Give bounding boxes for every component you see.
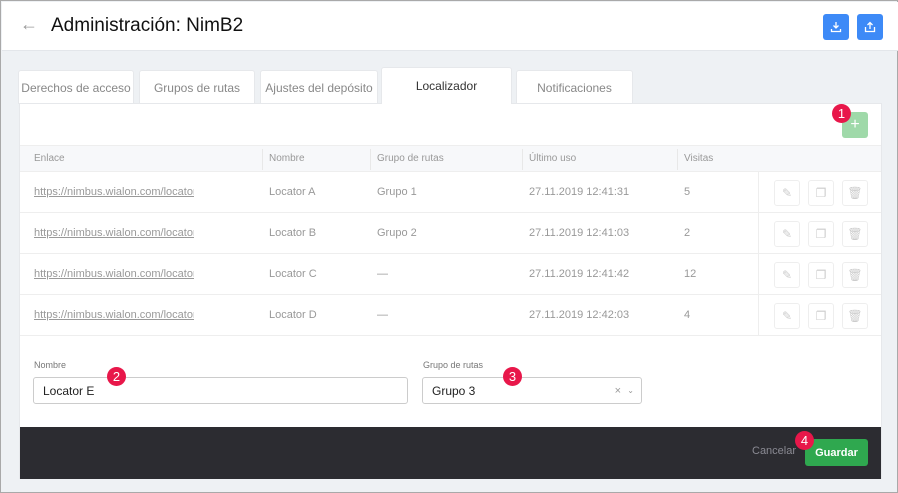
row-visits: 2 (684, 227, 691, 239)
upload-icon (864, 21, 876, 33)
footer-bar: Cancelar Guardar 4 (20, 427, 881, 479)
group-select[interactable]: Grupo 3 × ⌄ (422, 377, 642, 404)
row-name: Locator D (269, 309, 317, 321)
table-header: Enlace Nombre Grupo de rutas Último uso … (20, 145, 881, 172)
step-badge-3: 3 (503, 367, 522, 386)
edit-button[interactable]: ✎ (774, 262, 800, 288)
locator-link[interactable]: https://nimbus.wialon.com/locator/ (34, 186, 194, 198)
row-last-used: 27.11.2019 12:42:03 (529, 309, 630, 321)
download-icon (830, 22, 842, 33)
locator-link[interactable]: https://nimbus.wialon.com/locator/ (34, 227, 194, 239)
row-actions: ✎ ❐ 🗑 (758, 295, 881, 335)
row-visits: 5 (684, 186, 691, 198)
row-group: Grupo 1 (377, 186, 417, 198)
copy-icon: ❐ (815, 186, 827, 200)
group-label: Grupo de rutas (423, 360, 484, 370)
row-name: Locator A (269, 186, 316, 198)
row-actions: ✎ ❐ 🗑 (758, 213, 881, 253)
tab-access-rights[interactable]: Derechos de acceso (18, 70, 134, 104)
delete-button[interactable]: 🗑 (842, 303, 868, 329)
tab-route-groups[interactable]: Grupos de rutas (139, 70, 255, 104)
col-last-used: Último uso (529, 153, 577, 164)
tab-locator[interactable]: Localizador (381, 67, 512, 104)
app-window: ← Administración: NimB2 Derechos de acce… (0, 0, 898, 493)
upload-button[interactable] (857, 14, 883, 40)
save-button[interactable]: Guardar (805, 439, 868, 466)
download-button[interactable] (823, 14, 849, 40)
row-last-used: 27.11.2019 12:41:42 (529, 268, 630, 280)
locator-panel: + 1 Enlace Nombre Grupo de rutas Último … (19, 103, 882, 479)
table-row: https://nimbus.wialon.com/locator/ Locat… (20, 172, 881, 213)
row-group: — (377, 309, 388, 321)
row-group: — (377, 268, 388, 280)
edit-button[interactable]: ✎ (774, 180, 800, 206)
trash-icon: 🗑 (847, 186, 863, 200)
name-label: Nombre (34, 360, 67, 370)
trash-icon: 🗑 (847, 227, 863, 241)
copy-icon: ❐ (815, 268, 827, 282)
row-actions: ✎ ❐ 🗑 (758, 254, 881, 294)
row-name: Locator B (269, 227, 317, 239)
copy-button[interactable]: ❐ (808, 180, 834, 206)
delete-button[interactable]: 🗑 (842, 262, 868, 288)
name-input[interactable]: Locator E (33, 377, 408, 404)
table-row: https://nimbus.wialon.com/locator/ Locat… (20, 213, 881, 254)
step-badge-1: 1 (832, 104, 851, 123)
col-link: Enlace (34, 153, 65, 164)
trash-icon: 🗑 (847, 309, 863, 323)
clear-icon[interactable]: × (615, 385, 621, 397)
copy-button[interactable]: ❐ (808, 221, 834, 247)
col-visits: Visitas (684, 153, 714, 164)
row-actions: ✎ ❐ 🗑 (758, 172, 881, 212)
pencil-icon: ✎ (781, 186, 793, 200)
row-last-used: 27.11.2019 12:41:03 (529, 227, 630, 239)
row-visits: 12 (684, 268, 697, 280)
delete-button[interactable]: 🗑 (842, 221, 868, 247)
table-row: https://nimbus.wialon.com/locator/ Locat… (20, 254, 881, 295)
trash-icon: 🗑 (847, 268, 863, 282)
pencil-icon: ✎ (781, 309, 793, 323)
row-last-used: 27.11.2019 12:41:31 (529, 186, 630, 198)
edit-button[interactable]: ✎ (774, 221, 800, 247)
cancel-button[interactable]: Cancelar (752, 445, 796, 457)
pencil-icon: ✎ (781, 227, 793, 241)
edit-button[interactable]: ✎ (774, 303, 800, 329)
copy-icon: ❐ (815, 309, 827, 323)
back-arrow-icon[interactable]: ← (20, 14, 38, 35)
row-visits: 4 (684, 309, 691, 321)
step-badge-4: 4 (795, 431, 814, 450)
copy-button[interactable]: ❐ (808, 303, 834, 329)
page-title: Administración: NimB2 (51, 15, 244, 36)
header: ← Administración: NimB2 (2, 2, 898, 51)
col-name: Nombre (269, 153, 305, 164)
table-row: https://nimbus.wialon.com/locator/ Locat… (20, 295, 881, 336)
tab-depot-settings[interactable]: Ajustes del depósito (260, 70, 378, 104)
copy-icon: ❐ (815, 227, 827, 241)
tab-notifications[interactable]: Notificaciones (516, 70, 633, 104)
chevron-down-icon[interactable]: ⌄ (627, 386, 634, 395)
group-select-value: Grupo 3 (432, 383, 476, 398)
copy-button[interactable]: ❐ (808, 262, 834, 288)
delete-button[interactable]: 🗑 (842, 180, 868, 206)
row-name: Locator C (269, 268, 317, 280)
pencil-icon: ✎ (781, 268, 793, 282)
row-group: Grupo 2 (377, 227, 417, 239)
step-badge-2: 2 (107, 367, 126, 386)
locator-link[interactable]: https://nimbus.wialon.com/locator/ (34, 268, 194, 280)
locator-link[interactable]: https://nimbus.wialon.com/locator/ (34, 309, 194, 321)
col-group: Grupo de rutas (377, 153, 444, 164)
